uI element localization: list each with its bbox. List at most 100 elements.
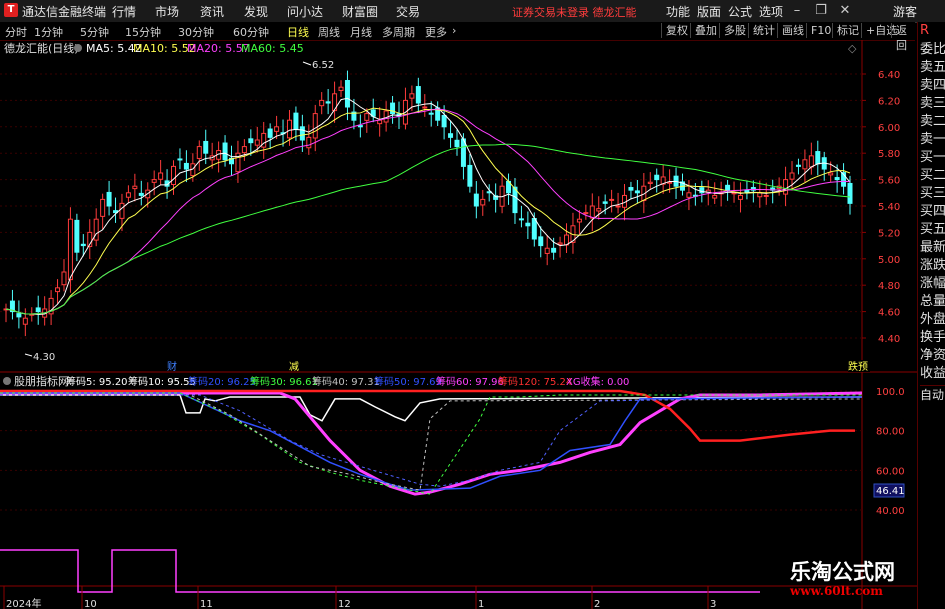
watermark-title: 乐淘公式网 bbox=[790, 560, 895, 584]
tongji-button[interactable]: 统计 bbox=[748, 23, 779, 38]
side-item-18[interactable]: 收益 bbox=[920, 365, 945, 383]
period-5min[interactable]: 5分钟 bbox=[80, 24, 109, 40]
side-item-17[interactable]: 净资 bbox=[920, 347, 945, 365]
menu-wenxiaoda[interactable]: 问小达 bbox=[287, 3, 323, 20]
y-tick-label: 6.20 bbox=[878, 96, 900, 107]
candle-body bbox=[338, 86, 344, 91]
menu-banmian[interactable]: 版面 bbox=[697, 3, 721, 20]
close-icon[interactable]: ✕ bbox=[834, 2, 856, 19]
side-item-14[interactable]: 总量 bbox=[920, 293, 945, 311]
period-60min[interactable]: 60分钟 bbox=[233, 24, 269, 40]
menu-faxian[interactable]: 发现 bbox=[244, 3, 268, 20]
menu-gongshi[interactable]: 公式 bbox=[728, 3, 752, 20]
candle-body bbox=[119, 202, 125, 219]
menu-jiaoyi[interactable]: 交易 bbox=[396, 3, 420, 20]
candle-body bbox=[615, 205, 621, 208]
side-item-4[interactable]: 卖二 bbox=[920, 113, 945, 131]
side-item-12[interactable]: 涨跌 bbox=[920, 257, 945, 275]
restore-icon[interactable]: ❐ bbox=[810, 2, 832, 19]
side-item-15[interactable]: 外盘 bbox=[920, 311, 945, 329]
y-tick-label: 6.40 bbox=[878, 70, 900, 81]
side-item-16[interactable]: 换手 bbox=[920, 329, 945, 347]
candle-body bbox=[686, 192, 692, 198]
side-item-7[interactable]: 买二 bbox=[920, 167, 945, 185]
candle-body bbox=[448, 133, 454, 138]
biaoji-button[interactable]: 标记 bbox=[832, 23, 863, 38]
side-item-0[interactable]: 委比 bbox=[920, 41, 945, 59]
side-item-8[interactable]: 买三 bbox=[920, 185, 945, 203]
login-notice[interactable]: 证券交易未登录 德龙汇能 bbox=[512, 4, 637, 20]
menu-hangqing[interactable]: 行情 bbox=[112, 3, 136, 20]
duogu-button[interactable]: 多股 bbox=[719, 23, 750, 38]
candle-body bbox=[138, 192, 144, 196]
candle-body bbox=[16, 313, 22, 318]
menu-zixun[interactable]: 资讯 bbox=[200, 3, 224, 20]
side-item-5[interactable]: 卖一 bbox=[920, 131, 945, 149]
candle-body bbox=[480, 198, 486, 206]
more-chevron-icon[interactable]: › bbox=[452, 24, 456, 37]
indicator-item: 筹码30: 96.61 bbox=[250, 375, 318, 388]
title-bar: T 通达信金融终端 行情 市场 资讯 发现 问小达 财富圈 交易 证券交易未登录… bbox=[0, 0, 945, 23]
candle-body bbox=[834, 177, 840, 181]
side-item-11[interactable]: 最新 bbox=[920, 239, 945, 257]
period-1min[interactable]: 1分钟 bbox=[34, 24, 63, 40]
candle-body bbox=[325, 101, 331, 104]
indicator-item: 筹码60: 97.96 bbox=[436, 375, 504, 388]
candle-body bbox=[428, 112, 434, 115]
side-item-6[interactable]: 买一 bbox=[920, 149, 945, 167]
candle-body bbox=[815, 151, 821, 165]
y-tick-label: 5.40 bbox=[878, 202, 900, 213]
side-item-1[interactable]: 卖五 bbox=[920, 59, 945, 77]
y-tick-label: 6.00 bbox=[878, 123, 900, 134]
candle-body bbox=[422, 106, 428, 109]
menu-gongneng[interactable]: 功能 bbox=[666, 3, 690, 20]
period-more[interactable]: 更多 bbox=[425, 24, 447, 40]
period-monthly[interactable]: 月线 bbox=[350, 24, 372, 40]
candle-body bbox=[203, 140, 209, 154]
side-item-2[interactable]: 卖四 bbox=[920, 77, 945, 95]
period-fenshi[interactable]: 分时 bbox=[5, 24, 27, 40]
diejia-button[interactable]: 叠加 bbox=[690, 23, 721, 38]
stock-label: 德龙汇能(日线) bbox=[4, 41, 79, 55]
candle-body bbox=[467, 164, 473, 187]
y-tick-label: 5.80 bbox=[878, 149, 900, 160]
menu-caifuquan[interactable]: 财富圈 bbox=[342, 3, 378, 20]
y-tick-label: 4.60 bbox=[878, 308, 900, 319]
candle-body bbox=[61, 271, 67, 286]
candle-body bbox=[602, 201, 608, 204]
side-r-icon[interactable]: R bbox=[920, 22, 945, 40]
expand-chevron-icon[interactable]: ◇ bbox=[848, 42, 857, 55]
fuquan-button[interactable]: 复权 bbox=[661, 23, 692, 38]
x-axis-label: 2 bbox=[594, 599, 600, 609]
marker-jian: 减 bbox=[289, 361, 299, 373]
period-weekly[interactable]: 周线 bbox=[318, 24, 340, 40]
auto-button[interactable]: 自动 bbox=[920, 385, 945, 404]
candle-body bbox=[286, 119, 292, 139]
f10-button[interactable]: F10 bbox=[806, 23, 835, 38]
period-30min[interactable]: 30分钟 bbox=[178, 24, 214, 40]
candle-body bbox=[557, 242, 563, 245]
minimize-icon[interactable]: – bbox=[786, 2, 808, 19]
main-y-axis: 6.40 6.20 6.00 5.80 5.60 5.40 5.20 5.00 4.80 4.60… bbox=[862, 70, 900, 345]
menu-shichang[interactable]: 市场 bbox=[155, 3, 179, 20]
candle-body bbox=[473, 193, 479, 207]
side-item-10[interactable]: 买五 bbox=[920, 221, 945, 239]
indicator-name: 股朋指标网 bbox=[14, 374, 69, 388]
ma20-line bbox=[5, 108, 851, 315]
side-item-13[interactable]: 涨幅 bbox=[920, 275, 945, 293]
x-axis-label: 11 bbox=[200, 599, 213, 609]
legend-toggle-icon[interactable] bbox=[74, 44, 82, 52]
period-daily[interactable]: 日线 bbox=[287, 24, 309, 40]
period-multi[interactable]: 多周期 bbox=[382, 24, 415, 40]
back-button[interactable]: 返回 bbox=[891, 23, 915, 52]
period-15min[interactable]: 15分钟 bbox=[125, 24, 161, 40]
candle-body bbox=[171, 165, 177, 185]
menu-xuanxiang[interactable]: 选项 bbox=[759, 3, 783, 20]
candle-body bbox=[609, 198, 615, 201]
huaxian-button[interactable]: 画线 bbox=[777, 23, 808, 38]
side-item-3[interactable]: 卖三 bbox=[920, 95, 945, 113]
indicator-toggle-icon[interactable] bbox=[3, 377, 11, 385]
candle-body bbox=[808, 155, 814, 168]
side-item-9[interactable]: 买四 bbox=[920, 203, 945, 221]
guest-label[interactable]: 游客 bbox=[893, 3, 917, 20]
